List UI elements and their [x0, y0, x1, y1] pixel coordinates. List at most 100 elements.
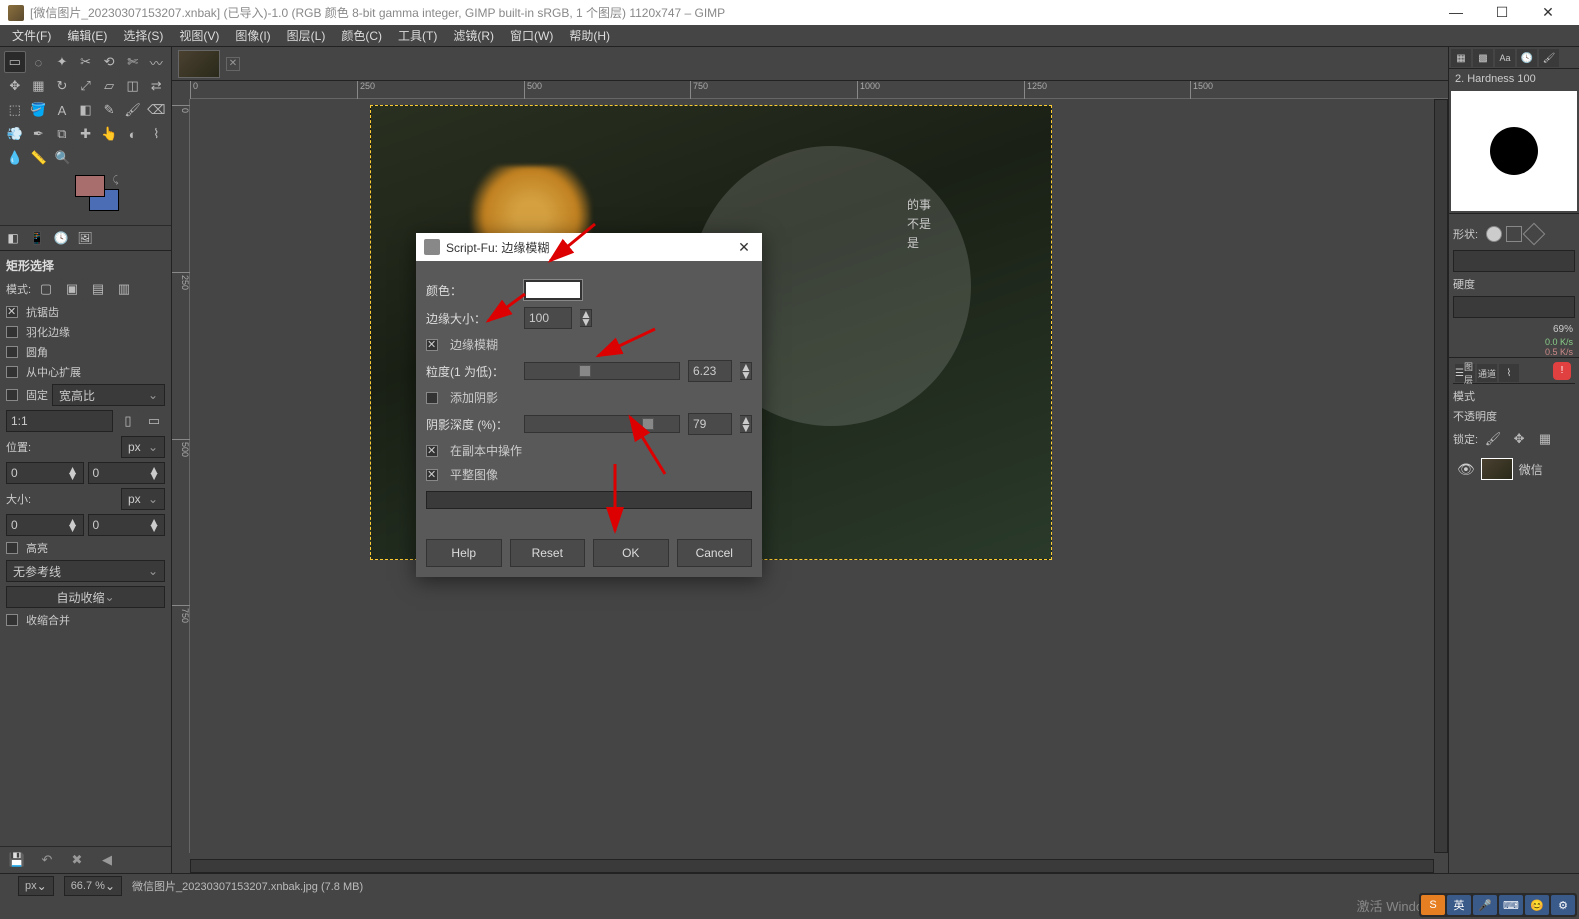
dialog-close-button[interactable]: ✕: [734, 239, 754, 256]
save-preset-icon[interactable]: 💾: [8, 851, 26, 869]
tool-rect-select[interactable]: ▭: [4, 51, 26, 73]
ratio-input[interactable]: 1:1: [6, 410, 113, 432]
tab-paint[interactable]: 🖌: [1539, 49, 1559, 67]
horizontal-scrollbar[interactable]: [190, 859, 1434, 873]
ok-button[interactable]: OK: [593, 539, 669, 567]
mode-add[interactable]: ▣: [61, 278, 83, 300]
reset-button[interactable]: Reset: [510, 539, 586, 567]
delete-preset-icon[interactable]: ✖: [68, 851, 86, 869]
tool-blur[interactable]: 💧: [4, 147, 26, 169]
menu-edit[interactable]: 编辑(E): [59, 25, 115, 46]
shadow-depth-slider[interactable]: [524, 415, 680, 433]
fixed-select[interactable]: 宽高比: [52, 384, 165, 406]
edge-blur-checkbox[interactable]: [426, 339, 438, 351]
work-copy-checkbox[interactable]: [426, 445, 438, 457]
tool-crop[interactable]: ✂: [75, 51, 97, 73]
tray-icon-2[interactable]: ⌨: [1499, 895, 1523, 915]
guides-select[interactable]: 无参考线: [6, 560, 165, 582]
tab-history2[interactable]: 🕓: [1517, 49, 1537, 67]
paths-tab[interactable]: ⌇: [1499, 364, 1519, 382]
layers-tab[interactable]: ☰ 图层: [1455, 364, 1475, 382]
canvas[interactable]: 的事 不是 是 Script-Fu: 边缘模糊 ✕ 颜色：: [190, 99, 1434, 853]
ratio-portrait[interactable]: ▯: [117, 410, 139, 432]
menu-layer[interactable]: 图层(L): [279, 25, 334, 46]
notification-badge[interactable]: !: [1553, 362, 1571, 380]
tab-device[interactable]: 📱: [26, 228, 48, 248]
highlight-checkbox[interactable]: [6, 542, 18, 554]
dialog-titlebar[interactable]: Script-Fu: 边缘模糊 ✕: [416, 233, 762, 261]
tray-icon-1[interactable]: 🎤: [1473, 895, 1497, 915]
tab-brushes[interactable]: ▦: [1451, 49, 1471, 67]
shape-circle[interactable]: [1486, 226, 1502, 242]
tab-history[interactable]: 🕓: [50, 228, 72, 248]
position-unit[interactable]: px: [121, 436, 165, 458]
menu-image[interactable]: 图像(I): [227, 25, 278, 46]
layer-row[interactable]: 👁 微信: [1453, 454, 1575, 484]
tool-perspective[interactable]: ◫: [122, 75, 144, 97]
autoshrink-button[interactable]: 自动收缩: [6, 586, 165, 608]
tool-heal[interactable]: ✚: [75, 123, 97, 145]
close-button[interactable]: ✕: [1525, 0, 1571, 25]
size-y-input[interactable]: 0▲▼: [88, 514, 166, 536]
horizontal-ruler[interactable]: 0 250 500 750 1000 1250 1500: [190, 81, 1448, 99]
cancel-button[interactable]: Cancel: [677, 539, 753, 567]
swap-colors-icon[interactable]: ⤹: [113, 175, 119, 186]
tool-pencil[interactable]: ✎: [98, 99, 120, 121]
tool-clone[interactable]: ⧉: [51, 123, 73, 145]
tab-fonts[interactable]: Aa: [1495, 49, 1515, 67]
pos-y-input[interactable]: 0▲▼: [88, 462, 166, 484]
granularity-slider[interactable]: [524, 362, 680, 380]
color-swatch[interactable]: ⤹: [61, 175, 111, 215]
visibility-icon[interactable]: 👁: [1457, 461, 1475, 478]
tab-patterns[interactable]: ▩: [1473, 49, 1493, 67]
tool-transform[interactable]: ⟲: [98, 51, 120, 73]
lock-pixels-icon[interactable]: 🖌: [1482, 428, 1504, 450]
tool-smudge[interactable]: 👆: [98, 123, 120, 145]
tool-flip[interactable]: ⇄: [145, 75, 167, 97]
ime-icon[interactable]: S: [1421, 895, 1445, 915]
tool-scissors[interactable]: ✄: [122, 51, 144, 73]
tool-dodge[interactable]: ◐: [122, 123, 144, 145]
help-button[interactable]: Help: [426, 539, 502, 567]
tab-images[interactable]: 🖼: [74, 228, 96, 248]
menu-tools[interactable]: 工具(T): [390, 25, 445, 46]
expand-checkbox[interactable]: [6, 366, 18, 378]
mode-intersect[interactable]: ▥: [113, 278, 135, 300]
minimize-button[interactable]: —: [1433, 0, 1479, 25]
tab-tooloptions[interactable]: ◧: [2, 228, 24, 248]
add-shadow-checkbox[interactable]: [426, 392, 438, 404]
tray-icon-3[interactable]: 😊: [1525, 895, 1549, 915]
tool-zoom[interactable]: 🔍: [52, 147, 74, 169]
close-tab-icon[interactable]: ✕: [226, 57, 240, 71]
tool-rotate[interactable]: ↻: [51, 75, 73, 97]
tool-text[interactable]: A: [51, 99, 73, 121]
tray-icon-4[interactable]: ⚙: [1551, 895, 1575, 915]
mode-subtract[interactable]: ▤: [87, 278, 109, 300]
flatten-checkbox[interactable]: [426, 469, 438, 481]
rounded-checkbox[interactable]: [6, 346, 18, 358]
granularity-input[interactable]: 6.23: [688, 360, 732, 382]
ime-lang[interactable]: 英: [1447, 895, 1471, 915]
granularity-spinner[interactable]: ▲▼: [740, 362, 752, 380]
restore-preset-icon[interactable]: ↶: [38, 851, 56, 869]
antialias-checkbox[interactable]: [6, 306, 18, 318]
edge-size-spinner[interactable]: ▲▼: [580, 309, 592, 327]
tool-eraser[interactable]: ⌫: [145, 99, 167, 121]
shape-diamond[interactable]: [1523, 223, 1546, 246]
tool-ink[interactable]: ✒: [28, 123, 50, 145]
tool-fuzzy[interactable]: ✦: [51, 51, 73, 73]
ratio-landscape[interactable]: ▭: [143, 410, 165, 432]
lock-position-icon[interactable]: ✥: [1508, 428, 1530, 450]
tool-warp[interactable]: 〰: [145, 51, 167, 73]
menu-filters[interactable]: 滤镜(R): [445, 25, 502, 46]
reset-preset-icon[interactable]: ◀: [98, 851, 116, 869]
feather-checkbox[interactable]: [6, 326, 18, 338]
lock-alpha-icon[interactable]: ▦: [1534, 428, 1556, 450]
pos-x-input[interactable]: 0▲▼: [6, 462, 84, 484]
tool-freeselect[interactable]: ◌: [28, 51, 50, 73]
zoom-select[interactable]: 66.7 % ⌄: [64, 876, 122, 896]
brush-size-slider[interactable]: [1453, 250, 1575, 272]
tool-align[interactable]: ▦: [28, 75, 50, 97]
maximize-button[interactable]: ☐: [1479, 0, 1525, 25]
tool-gradient[interactable]: ◧: [75, 99, 97, 121]
